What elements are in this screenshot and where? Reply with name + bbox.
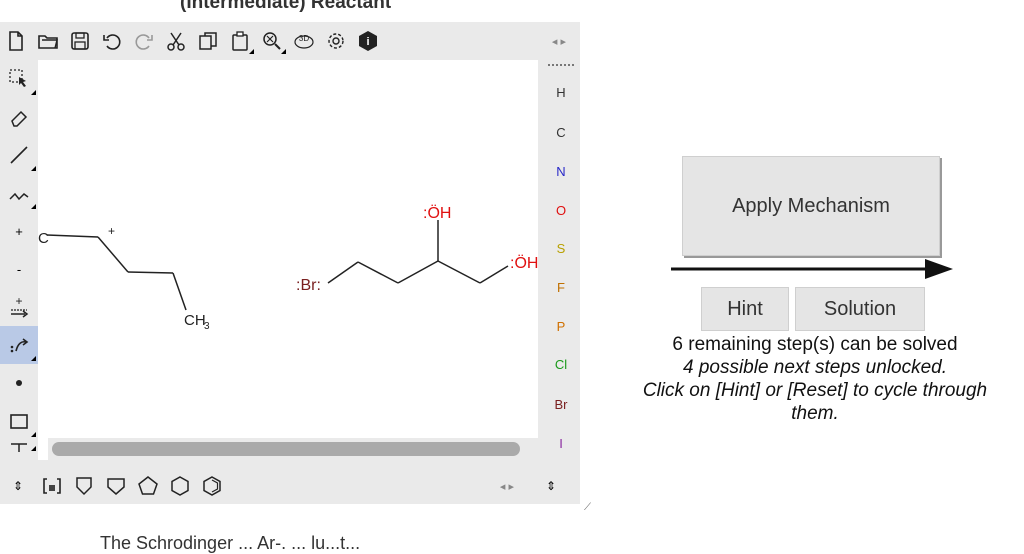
molecule-editor: 3D i ◂ ▸ + - + C + CH 3:ÖH:ÖH:Br: H C…: [0, 22, 580, 504]
atom-toolbar: H C N O S F P Cl Br I: [542, 60, 580, 480]
carbon-label: C: [38, 230, 49, 247]
reaction-arrow: [671, 259, 953, 279]
canvas-scrollbar[interactable]: [48, 438, 538, 460]
atom-scroll-icon[interactable]: ⇕: [540, 470, 562, 502]
resize-grip-icon[interactable]: ⟋: [584, 502, 591, 513]
bromine-label: :Br:: [296, 277, 321, 294]
toolbar-scroll-arrows[interactable]: ◂ ▸: [552, 35, 566, 48]
scrollbar-thumb[interactable]: [52, 442, 520, 456]
paste-icon[interactable]: [224, 25, 256, 57]
reaction-arrow-icon[interactable]: +: [0, 288, 38, 326]
atom-i-button[interactable]: I: [542, 436, 580, 451]
periodic-table-icon[interactable]: [548, 64, 574, 69]
eraser-icon[interactable]: [0, 98, 38, 136]
undo-icon[interactable]: [96, 25, 128, 57]
drawing-canvas[interactable]: C + CH 3 :ÖH :ÖH :Br:: [38, 60, 538, 460]
atom-p-button[interactable]: P: [542, 319, 580, 334]
settings-icon[interactable]: [320, 25, 352, 57]
zoom-icon[interactable]: [256, 25, 288, 57]
pentagon-house-icon[interactable]: [100, 470, 132, 502]
negative-charge-icon[interactable]: -: [0, 250, 38, 288]
top-toolbar: 3D i ◂ ▸: [0, 22, 580, 60]
atom-cl-button[interactable]: Cl: [542, 357, 580, 372]
footer-text: The Schrodinger ... Ar-. ... lu...t...: [100, 533, 361, 553]
info-icon[interactable]: i: [352, 25, 384, 57]
svg-text:i: i: [366, 36, 369, 48]
hydroxyl-label-2: :ÖH: [510, 254, 538, 272]
template-scroll-arrows[interactable]: ◂ ▸: [500, 480, 514, 493]
hydroxyl-label-1: :ÖH: [423, 204, 451, 222]
template-bracket-icon[interactable]: [36, 470, 68, 502]
atom-br-button[interactable]: Br: [542, 397, 580, 412]
radical-dot-icon[interactable]: [0, 364, 38, 402]
atom-o-button[interactable]: O: [542, 203, 580, 218]
apply-mechanism-button[interactable]: Apply Mechanism: [682, 156, 940, 256]
cut-icon[interactable]: [160, 25, 192, 57]
3d-icon[interactable]: 3D: [288, 25, 320, 57]
hint-button[interactable]: Hint: [701, 287, 789, 331]
chain-tool-icon[interactable]: [0, 174, 38, 212]
left-toolbar: + - +: [0, 60, 38, 480]
atom-s-button[interactable]: S: [542, 241, 580, 256]
select-tool-icon[interactable]: [0, 60, 38, 98]
benzene-icon[interactable]: [196, 470, 228, 502]
carbocation-charge: +: [108, 224, 115, 238]
svg-text:+: +: [15, 296, 22, 308]
solution-button[interactable]: Solution: [795, 287, 925, 331]
remaining-steps-text: 6 remaining step(s) can be solved: [672, 334, 958, 355]
atom-h-button[interactable]: H: [542, 85, 580, 100]
template-bag-icon[interactable]: [68, 470, 100, 502]
template-scroll-icon[interactable]: ⇕: [0, 470, 36, 502]
svg-text:3D: 3D: [299, 34, 309, 43]
copy-icon[interactable]: [192, 25, 224, 57]
positive-charge-icon[interactable]: +: [0, 212, 38, 250]
molecule-structures: C + CH 3 :ÖH :ÖH :Br:: [38, 204, 538, 332]
unlocked-steps-text: 4 possible next steps unlocked.: [682, 357, 948, 378]
methyl-subscript: 3: [204, 321, 210, 332]
methyl-label: CH: [184, 312, 206, 329]
text-tool-icon[interactable]: [0, 440, 38, 454]
hexagon-icon[interactable]: [164, 470, 196, 502]
atom-n-button[interactable]: N: [542, 164, 580, 179]
curved-arrow-icon[interactable]: [0, 326, 38, 364]
rectangle-tool-icon[interactable]: [0, 402, 38, 440]
status-message: 6 remaining step(s) can be solved 4 poss…: [620, 333, 1010, 425]
atom-c-button[interactable]: C: [542, 125, 580, 140]
atom-f-button[interactable]: F: [542, 280, 580, 295]
redo-icon[interactable]: [128, 25, 160, 57]
bottom-toolbar: ⇕ ◂ ▸ ⇕: [0, 468, 580, 504]
pentagon-icon[interactable]: [132, 470, 164, 502]
save-icon[interactable]: [64, 25, 96, 57]
bond-tool-icon[interactable]: [0, 136, 38, 174]
open-icon[interactable]: [32, 25, 64, 57]
new-icon[interactable]: [0, 25, 32, 57]
page-title: (Intermediate) Reactant: [180, 0, 392, 13]
hint-instruction-text: Click on [Hint] or [Reset] to cycle thro…: [642, 380, 988, 424]
